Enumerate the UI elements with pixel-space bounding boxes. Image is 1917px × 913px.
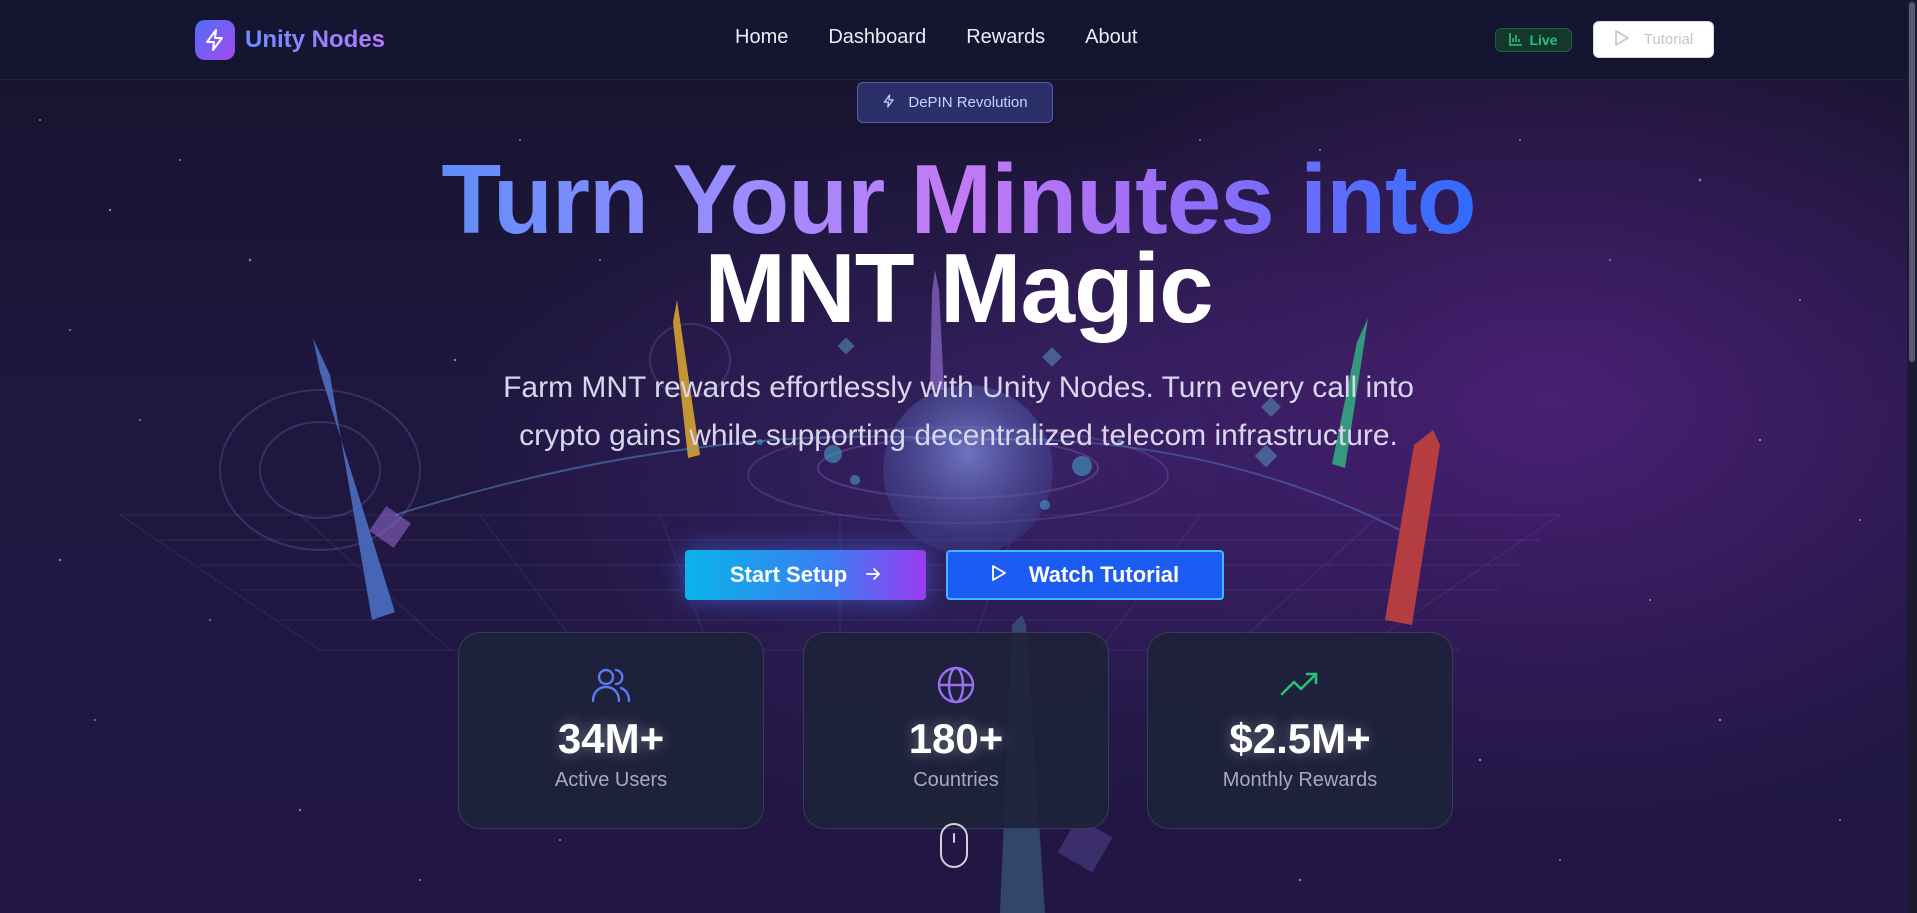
stat-card-users: 34M+ Active Users: [458, 632, 764, 829]
brand-logo[interactable]: Unity Nodes: [195, 20, 385, 60]
start-setup-button[interactable]: Start Setup: [685, 550, 926, 600]
scrollbar-thumb[interactable]: [1909, 2, 1915, 362]
header-tutorial-button[interactable]: Tutorial: [1593, 21, 1714, 58]
nav-home[interactable]: Home: [735, 26, 788, 49]
page-scrollbar[interactable]: [1907, 0, 1917, 913]
nav-dashboard[interactable]: Dashboard: [828, 26, 926, 49]
stat-label: Monthly Rewards: [1222, 769, 1378, 791]
play-icon: [991, 562, 1007, 588]
live-status-badge[interactable]: Live: [1495, 28, 1572, 52]
nav-about[interactable]: About: [1085, 26, 1137, 49]
stat-value: 180+: [908, 715, 1004, 762]
watch-tutorial-label: Watch Tutorial: [1028, 562, 1180, 587]
stat-card-countries: 180+ Countries: [803, 632, 1109, 829]
stat-card-rewards: $2.5M+ Monthly Rewards: [1147, 632, 1453, 829]
bar-chart-icon: [1509, 32, 1523, 49]
depin-badge: DePIN Revolution: [857, 82, 1053, 123]
hero-subtitle: Farm MNT rewards effortlessly with Unity…: [503, 371, 1414, 452]
start-setup-label: Start Setup: [729, 562, 848, 587]
lightning-icon: [882, 93, 896, 113]
top-navbar: Unity Nodes Home Dashboard Rewards About…: [0, 0, 1917, 80]
play-icon: [1614, 29, 1630, 51]
arrow-right-icon: [865, 562, 881, 588]
hero-title-line2: MNT Magic: [704, 233, 1213, 343]
stat-label: Active Users: [554, 769, 668, 791]
trending-up-icon: [1280, 665, 1320, 705]
users-icon: [591, 665, 631, 705]
watch-tutorial-button[interactable]: Watch Tutorial: [946, 550, 1224, 600]
scroll-mouse-icon[interactable]: [940, 823, 968, 868]
stat-value: 34M+: [557, 715, 665, 762]
nav-rewards[interactable]: Rewards: [966, 26, 1045, 49]
lightning-icon: [195, 20, 235, 60]
globe-icon: [936, 665, 976, 705]
live-label: Live: [1529, 32, 1558, 48]
brand-name: Unity Nodes: [245, 26, 386, 53]
tutorial-label: Tutorial: [1643, 31, 1694, 48]
badge-label: DePIN Revolution: [908, 94, 1028, 111]
stat-label: Countries: [913, 769, 999, 791]
main-nav: Home Dashboard Rewards About: [735, 26, 1137, 49]
stat-value: $2.5M+: [1229, 715, 1371, 762]
